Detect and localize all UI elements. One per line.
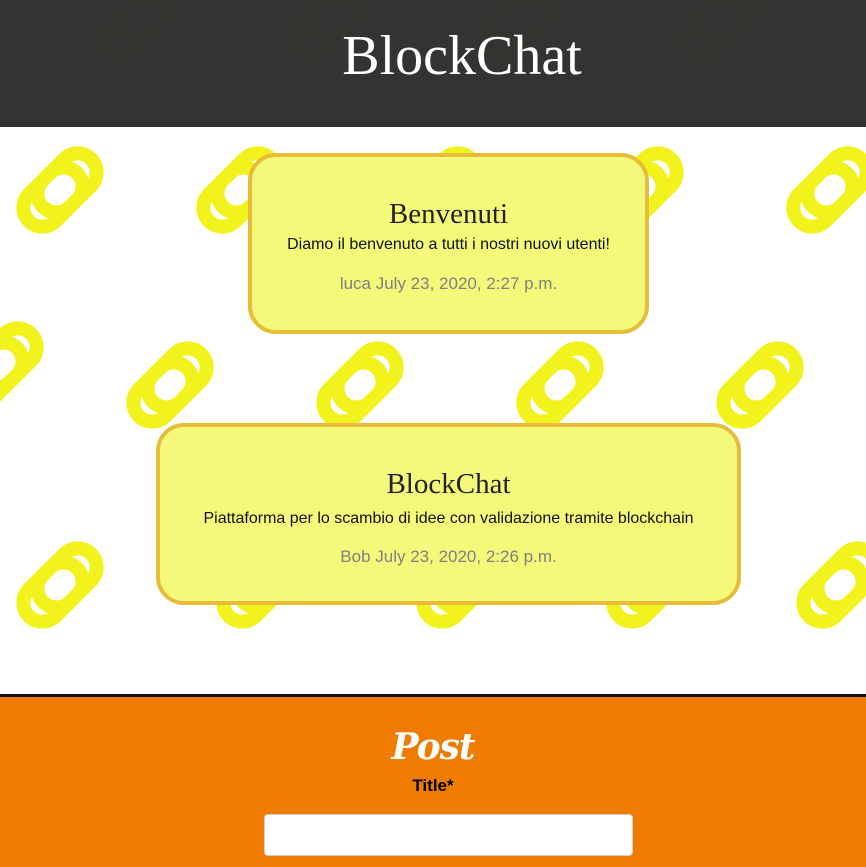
chain-link-icon: [785, 145, 866, 234]
post-title: Benvenuti: [388, 198, 509, 230]
app-header: BlockChat: [0, 0, 866, 127]
chain-link-icon: [515, 340, 604, 429]
chain-link-icon: [715, 340, 804, 429]
title-field-label: Title*: [412, 776, 454, 795]
chain-link-icon: [795, 540, 866, 629]
app-title: BlockChat: [342, 25, 582, 87]
post-meta: luca July 23, 2020, 2:27 p.m.: [339, 274, 558, 293]
post-meta: Bob July 23, 2020, 2:26 p.m.: [340, 547, 557, 566]
chain-link-icon: [0, 320, 45, 409]
chain-link-icon: [315, 340, 404, 429]
post-title: BlockChat: [386, 468, 511, 500]
chain-link-icon: [15, 145, 104, 234]
post-card: BlockChat Piattaforma per lo scambio di …: [156, 423, 741, 605]
chain-link-icon: [125, 340, 214, 429]
post-body: Diamo il benvenuto a tutti i nostri nuov…: [287, 236, 610, 253]
post-form-heading: Post: [391, 726, 475, 768]
post-card: Benvenuti Diamo il benvenuto a tutti i n…: [248, 153, 649, 334]
title-input[interactable]: [264, 814, 633, 856]
chain-link-icon: [15, 540, 104, 629]
post-body: Piattaforma per lo scambio di idee con v…: [203, 510, 694, 527]
post-form: Post Title*: [0, 694, 866, 867]
